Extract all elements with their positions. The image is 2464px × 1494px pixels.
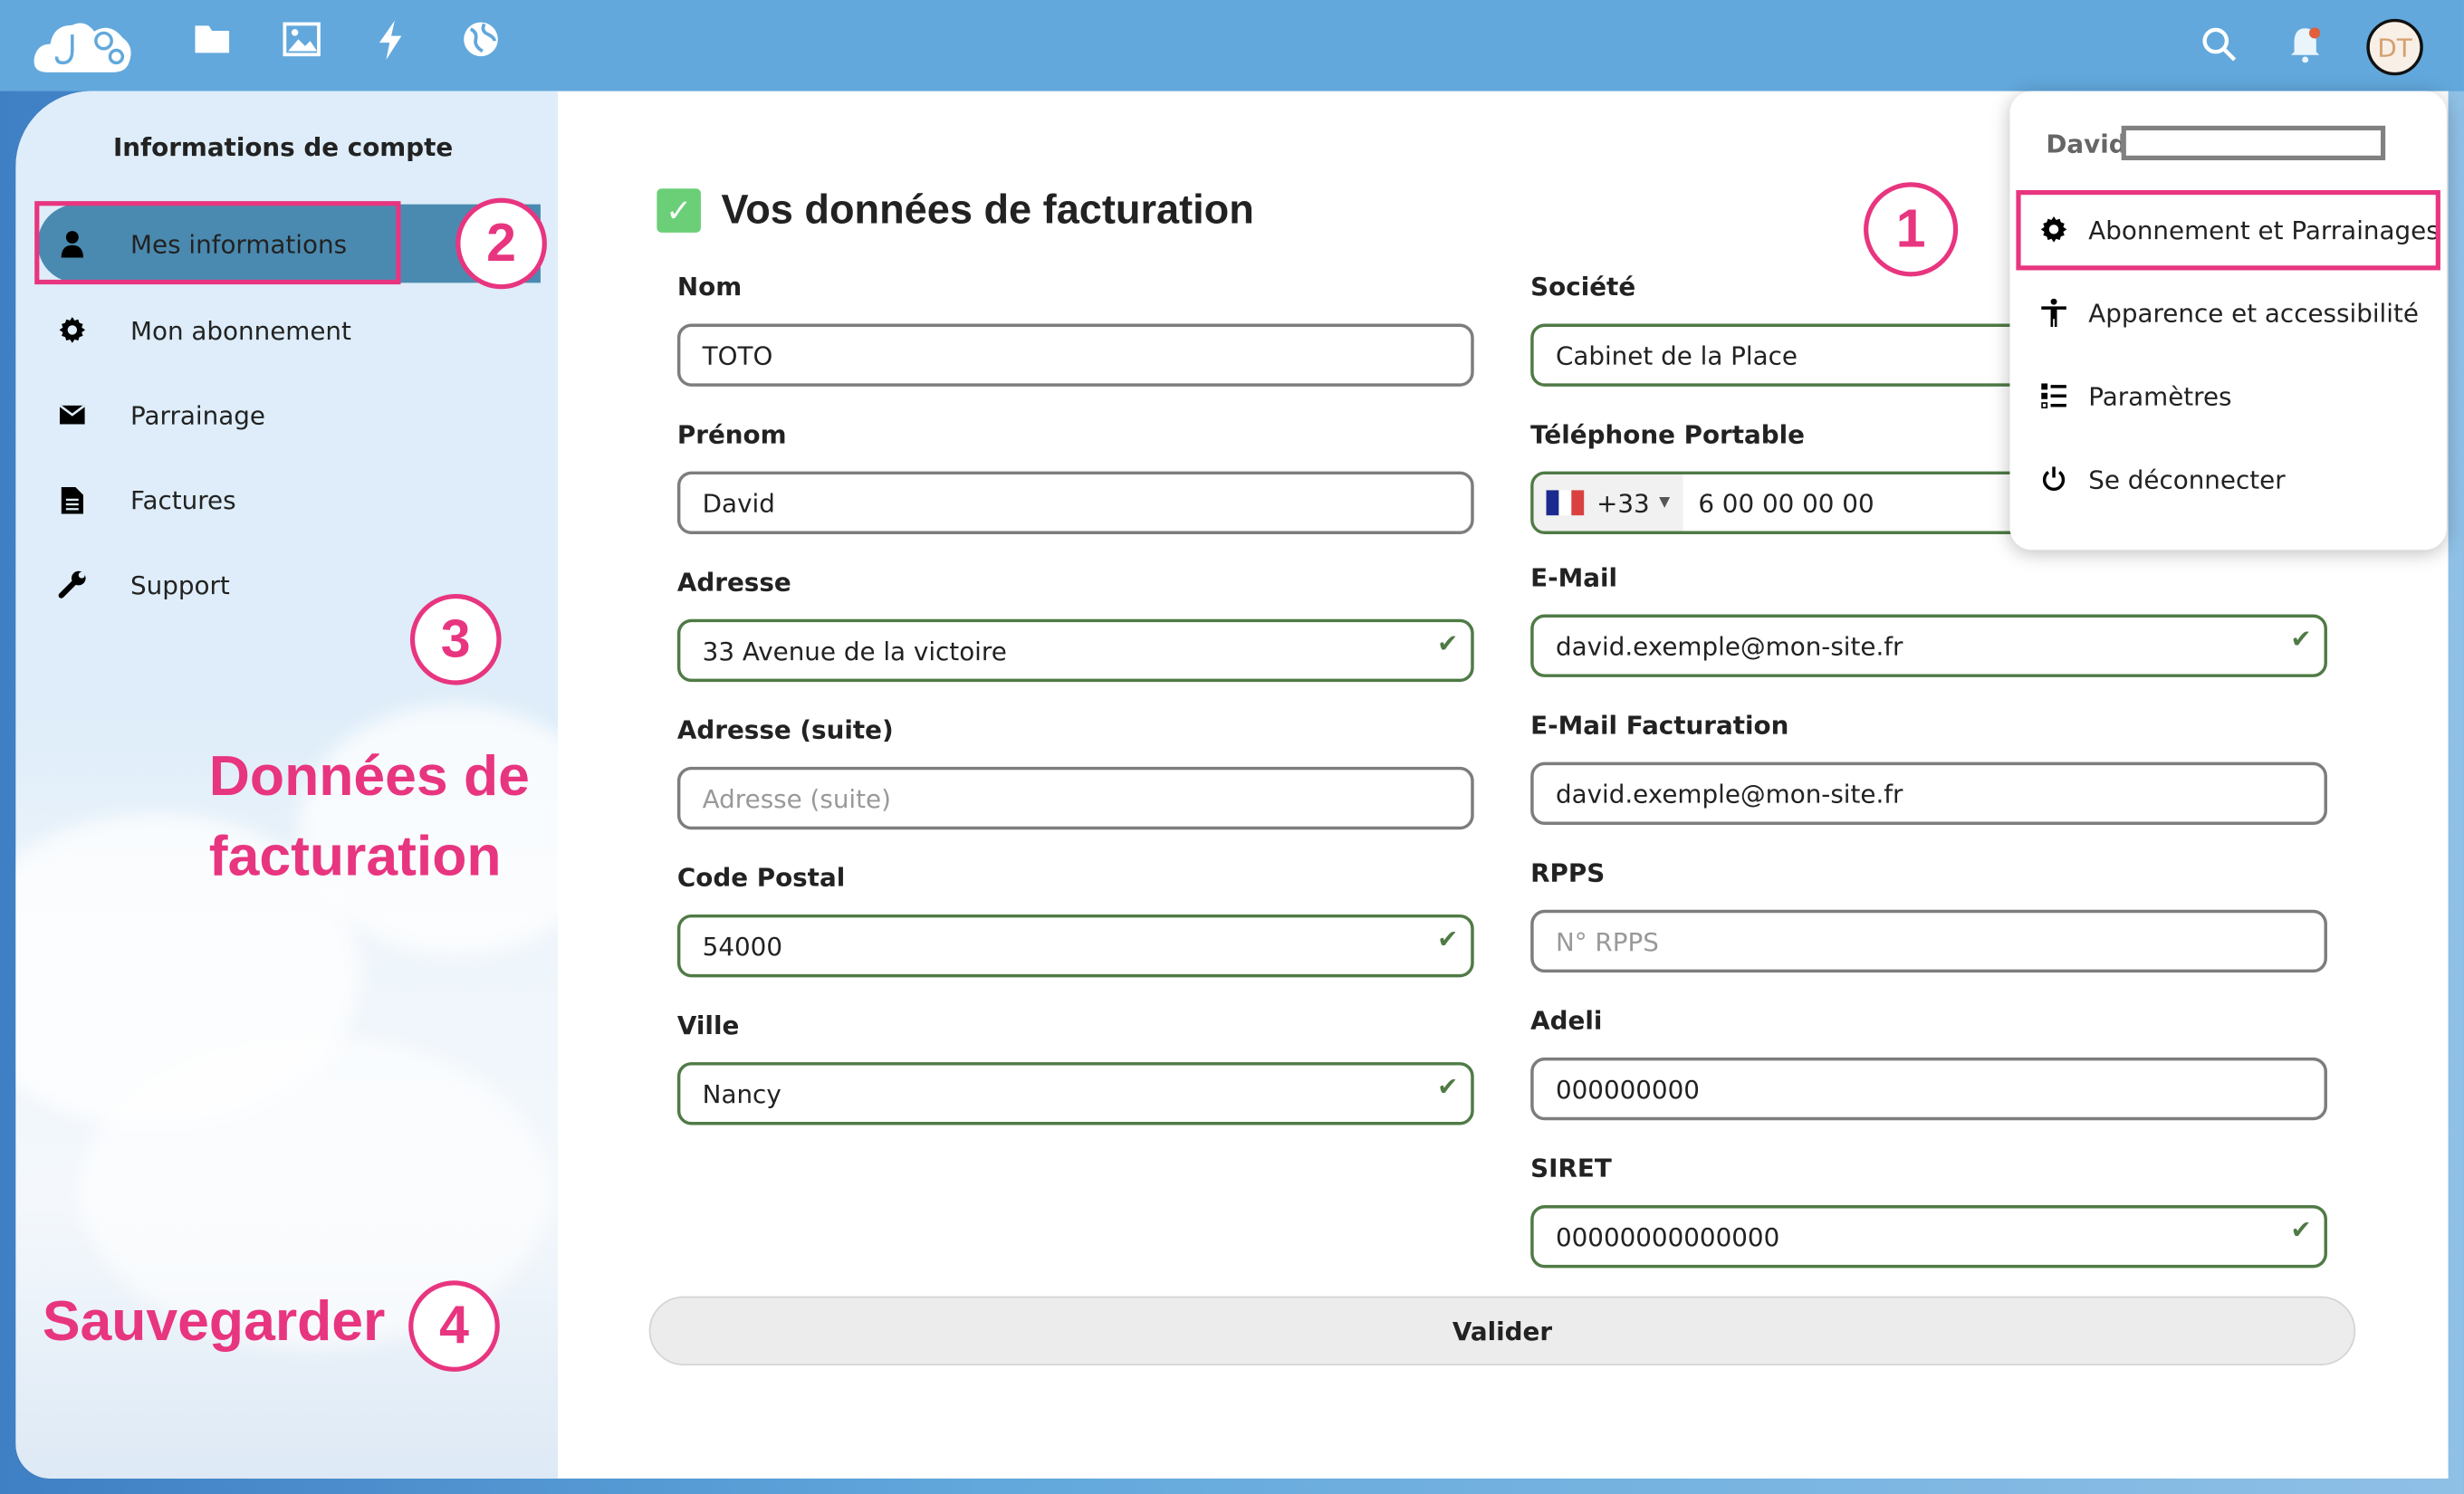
image-icon[interactable] xyxy=(282,19,322,60)
field-label: E-Mail Facturation xyxy=(1530,710,1789,741)
field-label: Adeli xyxy=(1530,1005,1603,1036)
input-adeli[interactable]: 000000000 xyxy=(1530,1057,2327,1121)
country-selector[interactable]: +33 ▼ xyxy=(1533,474,1683,532)
field-label: Téléphone Portable xyxy=(1530,419,1805,450)
input-e-mail-facturation[interactable]: david.exemple@mon-site.fr xyxy=(1530,761,2327,826)
country-code: +33 xyxy=(1596,487,1650,518)
avatar[interactable]: DT xyxy=(2366,18,2423,76)
input-value: Nancy xyxy=(702,1078,781,1109)
input-adresse[interactable]: 33 Avenue de la victoire ✔ xyxy=(676,618,1474,683)
input-placeholder: Adresse (suite) xyxy=(702,783,891,814)
input-value: 54000 xyxy=(702,931,783,962)
document-icon xyxy=(56,486,88,513)
input-value: TOTO xyxy=(702,340,773,370)
annotation-2: 2 xyxy=(455,197,547,290)
check-icon: ✔ xyxy=(2290,623,2312,654)
field-label: Ville xyxy=(676,1010,740,1040)
menu-item-label: Paramètres xyxy=(2088,380,2232,411)
field-label: Société xyxy=(1530,272,1636,302)
input-value: David xyxy=(702,487,775,518)
menu-item-label: Se déconnecter xyxy=(2088,464,2286,494)
menu-item-apparence[interactable]: Apparence et accessibilité xyxy=(2009,278,2446,347)
check-icon: ✔ xyxy=(1437,1071,1459,1102)
field-label: SIRET xyxy=(1530,1153,1612,1183)
user-menu: David Abonnement et Parrainages Apparenc… xyxy=(2009,91,2447,551)
input-code-postal[interactable]: 54000 ✔ xyxy=(676,914,1474,978)
annotation-highlight-box xyxy=(34,201,401,285)
input-prenom[interactable]: David xyxy=(676,471,1474,535)
france-flag-icon xyxy=(1546,490,1585,516)
annotation-4: 4 xyxy=(408,1280,500,1372)
sidebar: Informations de compte Mes informations … xyxy=(15,91,613,1479)
page-title: Vos données de facturation xyxy=(721,185,1254,233)
input-placeholder: N° RPPS xyxy=(1555,925,1659,956)
input-ville[interactable]: Nancy ✔ xyxy=(676,1062,1474,1125)
input-e-mail[interactable]: david.exemple@mon-site.fr ✔ xyxy=(1530,614,2327,677)
envelope-icon xyxy=(56,405,88,425)
check-icon: ✔ xyxy=(1437,628,1459,659)
search-icon[interactable] xyxy=(2200,25,2238,63)
gear-icon xyxy=(56,316,88,344)
user-name: David xyxy=(2046,129,2127,159)
input-value: 33 Avenue de la victoire xyxy=(702,635,1007,666)
sidebar-item-label: Parrainage xyxy=(130,399,265,430)
check-icon: ✔ xyxy=(1437,924,1459,954)
input-rpps[interactable]: N° RPPS xyxy=(1530,909,2327,973)
sidebar-item-label: Mon abonnement xyxy=(130,314,351,345)
sidebar-item-parrainage[interactable]: Parrainage xyxy=(38,376,541,455)
check-icon: ✔ xyxy=(2290,1214,2312,1245)
annotation-3: 3 xyxy=(409,593,502,685)
field-label: Adresse (suite) xyxy=(676,714,894,745)
field-label: E-Mail xyxy=(1530,562,1618,593)
top-bar: DT xyxy=(0,0,2464,91)
wrench-icon xyxy=(56,570,88,599)
field-label: RPPS xyxy=(1530,857,1606,888)
field-label: Prénom xyxy=(676,419,787,450)
sidebar-item-mon-abonnement[interactable]: Mon abonnement xyxy=(38,291,541,369)
annotation-donnees-de-facturation: Données de facturation xyxy=(208,742,530,888)
logo-icon[interactable] xyxy=(32,15,136,75)
caret-down-icon: ▼ xyxy=(1659,494,1671,511)
input-siret[interactable]: 00000000000000 ✔ xyxy=(1530,1204,2327,1269)
sidebar-item-label: Support xyxy=(130,570,230,600)
avatar-initials: DT xyxy=(2377,32,2412,62)
annotation-highlight-box xyxy=(2016,189,2440,271)
list-icon xyxy=(2038,383,2070,409)
sidebar-title: Informations de compte xyxy=(112,131,454,162)
input-value: david.exemple@mon-site.fr xyxy=(1555,630,1903,661)
annotation-sauvegarder: Sauvegarder xyxy=(42,1288,386,1354)
menu-item-parametres[interactable]: Paramètres xyxy=(2009,361,2446,430)
flash-icon[interactable] xyxy=(371,19,412,60)
globe-icon[interactable] xyxy=(460,19,501,60)
menu-item-label: Apparence et accessibilité xyxy=(2088,297,2419,328)
sidebar-item-factures[interactable]: Factures xyxy=(38,460,541,539)
annotation-1: 1 xyxy=(1864,182,1959,277)
app: DT Informations de compte Mes informatio… xyxy=(0,0,2464,1494)
sidebar-item-label: Factures xyxy=(130,484,236,515)
input-nom[interactable]: TOTO xyxy=(676,323,1474,387)
input-value: david.exemple@mon-site.fr xyxy=(1555,778,1903,809)
accessibility-icon xyxy=(2038,298,2070,327)
input-adresse-suite[interactable]: Adresse (suite) xyxy=(676,766,1474,830)
submit-button[interactable]: Valider xyxy=(648,1296,2356,1365)
menu-item-deconnexion[interactable]: Se déconnecter xyxy=(2009,445,2446,513)
redacted-box xyxy=(2121,125,2386,161)
notification-bell-icon[interactable] xyxy=(2287,25,2325,63)
input-value: 000000000 xyxy=(1555,1074,1700,1105)
folder-icon[interactable] xyxy=(192,19,233,60)
field-label: Adresse xyxy=(676,567,791,598)
field-label: Code Postal xyxy=(676,862,846,893)
field-label: Nom xyxy=(676,272,743,302)
input-value: 00000000000000 xyxy=(1555,1221,1780,1252)
power-icon xyxy=(2038,466,2070,492)
checkbox-icon: ✓ xyxy=(657,188,701,233)
phone-value: 6 00 00 00 00 xyxy=(1698,487,1874,518)
input-value: Cabinet de la Place xyxy=(1555,340,1798,370)
